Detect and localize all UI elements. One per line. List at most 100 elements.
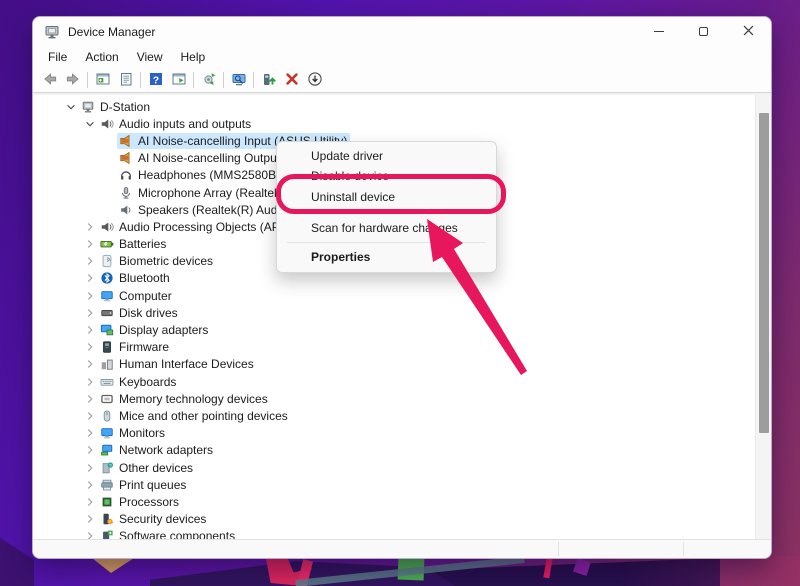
context-menu-item-uninstall-device[interactable]: Uninstall device bbox=[277, 186, 496, 209]
speaker-icon bbox=[118, 203, 133, 217]
chevron-right-icon[interactable] bbox=[82, 307, 98, 319]
tree-item-label: Processors bbox=[119, 495, 179, 509]
tree-item[interactable]: Keyboards bbox=[33, 373, 755, 390]
tree-item[interactable]: Memory technology devices bbox=[33, 390, 755, 407]
tree-item-content: ?Other devices bbox=[98, 460, 196, 476]
context-menu-item-update-driver[interactable]: Update driver bbox=[277, 146, 496, 166]
chevron-right-icon[interactable] bbox=[82, 272, 98, 284]
chevron-right-icon[interactable] bbox=[82, 479, 98, 491]
chevron-right-icon[interactable] bbox=[82, 496, 98, 508]
tree-item[interactable]: Print queues bbox=[33, 476, 755, 493]
chevron-right-icon[interactable] bbox=[82, 444, 98, 456]
chevron-right-icon[interactable] bbox=[82, 324, 98, 336]
tree-item[interactable]: Computer bbox=[33, 287, 755, 304]
uninstall-button[interactable] bbox=[280, 70, 303, 91]
station-icon bbox=[80, 100, 95, 114]
disable-button[interactable] bbox=[303, 70, 326, 91]
chevron-right-icon[interactable] bbox=[82, 427, 98, 439]
back-icon bbox=[42, 71, 58, 90]
tree-item[interactable]: Disk drives bbox=[33, 304, 755, 321]
action-pane-button[interactable] bbox=[167, 70, 190, 91]
vertical-scrollbar[interactable] bbox=[755, 95, 771, 539]
statusbar-separator bbox=[683, 542, 684, 556]
tree-item-content: Processors bbox=[98, 494, 182, 510]
tree-item-label: Security devices bbox=[119, 512, 206, 526]
context-menu-item-disable-device[interactable]: Disable device bbox=[277, 166, 496, 186]
scrollbar-thumb[interactable] bbox=[759, 113, 769, 433]
tree-item-label: Biometric devices bbox=[119, 254, 213, 268]
tree-item[interactable]: Display adapters bbox=[33, 321, 755, 338]
tree-item[interactable]: Network adapters bbox=[33, 442, 755, 459]
tree-item-content: Software components bbox=[98, 528, 238, 539]
tree-item[interactable]: Software components bbox=[33, 528, 755, 539]
tree-item[interactable]: Firmware bbox=[33, 339, 755, 356]
tree-item[interactable]: Mice and other pointing devices bbox=[33, 407, 755, 424]
microphone-icon bbox=[118, 186, 133, 200]
tree-item-label: Network adapters bbox=[119, 443, 213, 457]
context-menu-item-properties[interactable]: Properties bbox=[277, 247, 496, 267]
status-bar bbox=[33, 539, 771, 558]
tree-item-content: Print queues bbox=[98, 477, 189, 493]
chevron-right-icon[interactable] bbox=[82, 513, 98, 525]
hid-icon bbox=[99, 357, 114, 371]
title-bar[interactable]: Device Manager bbox=[33, 17, 771, 46]
disk-icon bbox=[99, 306, 114, 320]
menu-view[interactable]: View bbox=[128, 48, 172, 66]
update-driver-icon bbox=[261, 71, 277, 90]
tree-item-content: Security devices bbox=[98, 511, 209, 527]
menu-help[interactable]: Help bbox=[172, 48, 215, 66]
back-button[interactable] bbox=[38, 70, 61, 91]
context-menu-separator bbox=[287, 213, 486, 214]
help-button[interactable]: ? bbox=[144, 70, 167, 91]
chevron-right-icon[interactable] bbox=[82, 238, 98, 250]
tree-item[interactable]: Security devices bbox=[33, 511, 755, 528]
window-title: Device Manager bbox=[68, 25, 155, 39]
device-manager-icon bbox=[44, 24, 60, 40]
tree-item[interactable]: Monitors bbox=[33, 425, 755, 442]
context-menu-item-scan-for-hardware-changes[interactable]: Scan for hardware changes bbox=[277, 218, 496, 238]
chevron-right-icon[interactable] bbox=[82, 290, 98, 302]
help-icon: ? bbox=[148, 71, 164, 90]
chevron-right-icon[interactable] bbox=[82, 358, 98, 370]
console-tree-button[interactable] bbox=[91, 70, 114, 91]
tree-item-content: Computer bbox=[98, 288, 175, 304]
remote-computer-button[interactable] bbox=[227, 70, 250, 91]
menu-action[interactable]: Action bbox=[76, 48, 127, 66]
fingerprint-icon bbox=[99, 254, 114, 268]
tree-item-label: Firmware bbox=[119, 340, 169, 354]
chevron-right-icon[interactable] bbox=[82, 221, 98, 233]
audio-category-icon bbox=[99, 220, 114, 234]
menu-file[interactable]: File bbox=[39, 48, 76, 66]
tree-item-content: Speakers (Realtek(R) Audio) bbox=[117, 202, 294, 218]
chevron-right-icon[interactable] bbox=[82, 376, 98, 388]
tree-item[interactable]: Processors bbox=[33, 493, 755, 510]
tree-item-content: Network adapters bbox=[98, 442, 216, 458]
processor-icon bbox=[99, 495, 114, 509]
tree-item[interactable]: Human Interface Devices bbox=[33, 356, 755, 373]
chevron-right-icon[interactable] bbox=[82, 255, 98, 267]
tree-item-label: Batteries bbox=[119, 237, 166, 251]
chevron-right-icon[interactable] bbox=[82, 462, 98, 474]
chevron-right-icon[interactable] bbox=[82, 530, 98, 539]
tree-item[interactable]: D-Station bbox=[33, 98, 755, 115]
tree-item-label: Disk drives bbox=[119, 306, 178, 320]
close-icon bbox=[743, 24, 754, 39]
toolbar-separator bbox=[193, 72, 194, 88]
chevron-down-icon[interactable] bbox=[63, 101, 79, 113]
tree-item-content: Batteries bbox=[98, 236, 169, 252]
tree-item[interactable]: Audio inputs and outputs bbox=[33, 115, 755, 132]
wallpaper-shape bbox=[0, 538, 34, 586]
chevron-down-icon[interactable] bbox=[82, 118, 98, 130]
chevron-right-icon[interactable] bbox=[82, 341, 98, 353]
forward-button[interactable] bbox=[61, 70, 84, 91]
close-button[interactable] bbox=[726, 17, 771, 46]
minimize-button[interactable] bbox=[636, 17, 681, 46]
update-driver-button[interactable] bbox=[257, 70, 280, 91]
properties-button[interactable] bbox=[114, 70, 137, 91]
scan-hardware-button[interactable] bbox=[197, 70, 220, 91]
chevron-right-icon[interactable] bbox=[82, 393, 98, 405]
tree-item[interactable]: ?Other devices bbox=[33, 459, 755, 476]
toolbar-separator bbox=[140, 72, 141, 88]
maximize-button[interactable] bbox=[681, 17, 726, 46]
chevron-right-icon[interactable] bbox=[82, 410, 98, 422]
